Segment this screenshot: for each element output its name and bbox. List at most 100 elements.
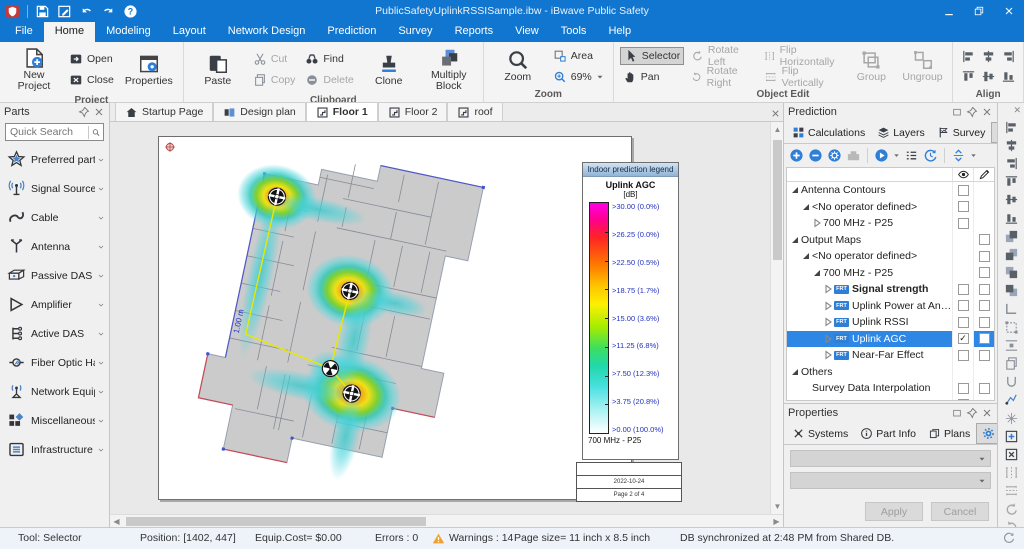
visibility-checkbox[interactable] [958, 383, 969, 394]
tree-item-donor-antenna-isolation[interactable]: Donor Antenna Isolation [787, 397, 994, 402]
align-left-icon[interactable] [961, 49, 976, 64]
expander-expanded-icon[interactable] [790, 235, 800, 245]
menu-view[interactable]: View [504, 22, 550, 42]
frame-icon[interactable] [1004, 320, 1019, 335]
visibility-checkbox[interactable] [958, 284, 969, 295]
zoom-button[interactable]: Zoom [490, 47, 546, 85]
align-top-icon[interactable] [961, 69, 976, 84]
tree-item-signal-strength[interactable]: FRTSignal strength [787, 281, 994, 298]
parts-category-amplifier[interactable]: Amplifier [0, 290, 109, 319]
parts-category-cable[interactable]: Cable [0, 203, 109, 232]
parts-category-infrastructure[interactable]: Infrastructure [0, 435, 109, 464]
close-button[interactable] [994, 0, 1024, 22]
restore-button[interactable] [964, 0, 994, 22]
search-input[interactable] [6, 126, 88, 138]
edit-checkbox[interactable] [979, 350, 990, 361]
refresh-icon[interactable] [1002, 531, 1016, 545]
pin-icon[interactable] [78, 106, 90, 118]
rotate-left-button[interactable]: Rotate Left [688, 47, 757, 65]
cancel-button[interactable]: Cancel [931, 502, 989, 521]
remove-icon[interactable] [808, 148, 823, 163]
paste-button[interactable]: Paste [190, 51, 246, 89]
zoom-area-button[interactable]: Area [550, 47, 607, 65]
open-button[interactable]: Open [66, 50, 117, 68]
align-b-icon[interactable] [1004, 211, 1019, 226]
close-panel-icon[interactable] [93, 106, 105, 118]
tab-survey[interactable]: Survey [931, 122, 992, 143]
visibility-checkbox[interactable] [958, 218, 969, 229]
property-dropdown-2[interactable] [790, 472, 991, 489]
zoom-level-dropdown[interactable]: 69% [550, 68, 607, 86]
order-ff-icon[interactable] [1004, 229, 1019, 244]
tree-item-700-mhz-p25[interactable]: 700 MHz - P25 [787, 265, 994, 282]
edit-checkbox[interactable] [979, 333, 990, 344]
vertical-scroll-thumb[interactable] [773, 140, 782, 260]
align-right-icon[interactable] [1001, 49, 1016, 64]
menu-layout[interactable]: Layout [162, 22, 217, 42]
parts-category-antenna[interactable]: Antenna [0, 232, 109, 261]
run-options-icon[interactable] [893, 152, 900, 159]
menu-help[interactable]: Help [597, 22, 642, 42]
properties-button[interactable]: Properties [121, 51, 177, 89]
rotate-right-button[interactable]: Rotate Right [688, 68, 757, 86]
menu-survey[interactable]: Survey [387, 22, 443, 42]
add-box-icon[interactable] [1004, 429, 1019, 444]
align-t-icon[interactable] [1004, 174, 1019, 189]
visibility-checkbox[interactable] [958, 350, 969, 361]
tree-item-survey-data-interpolation[interactable]: Survey Data Interpolation [787, 380, 994, 397]
delete-button[interactable]: Delete [302, 71, 356, 89]
expander-collapsed-icon[interactable] [823, 334, 833, 344]
tab-floor-1[interactable]: Floor 1 [306, 102, 378, 121]
edit-checkbox[interactable] [979, 284, 990, 295]
tab-layers[interactable]: Layers [871, 122, 931, 143]
tree-item-antenna-contours[interactable]: Antenna Contours [787, 182, 994, 199]
property-dropdown-1[interactable] [790, 450, 991, 467]
corner-icon[interactable] [1004, 301, 1019, 316]
chevron-down-icon[interactable] [970, 152, 977, 159]
edit-checkbox[interactable] [979, 234, 990, 245]
tree-item-no-operator-defined[interactable]: <No operator defined> [787, 199, 994, 216]
tab-roof[interactable]: roof [447, 102, 502, 121]
parts-category-passive-das[interactable]: Passive DAS [0, 261, 109, 290]
parts-category-fiber-optic-ha[interactable]: Fiber Optic Ha... [0, 348, 109, 377]
menu-prediction[interactable]: Prediction [316, 22, 387, 42]
distribute-icon[interactable] [1004, 338, 1019, 353]
parts-category-signal-source[interactable]: Signal Source [0, 174, 109, 203]
u-shape-icon[interactable] [1004, 374, 1019, 389]
align-bottom-icon[interactable] [1001, 69, 1016, 84]
edit-checkbox[interactable] [979, 251, 990, 262]
tab-startup-page[interactable]: Startup Page [115, 102, 213, 121]
design-canvas[interactable]: 1.00 m Indoor prediction legend Uplink A… [110, 122, 770, 514]
menu-home[interactable]: Home [44, 22, 95, 42]
tab-floor-2[interactable]: Floor 2 [378, 102, 448, 121]
part-tool-icon[interactable] [846, 148, 861, 163]
flip-v-icon[interactable] [1004, 483, 1019, 498]
tree-item-no-operator-defined[interactable]: <No operator defined> [787, 248, 994, 265]
tree-item-output-maps[interactable]: Output Maps [787, 232, 994, 249]
add-icon[interactable] [789, 148, 804, 163]
history-icon[interactable] [923, 148, 938, 163]
multiply-block-button[interactable]: Multiply Block [421, 45, 477, 94]
edit-checkbox[interactable] [979, 267, 990, 278]
align-r-icon[interactable] [1004, 156, 1019, 171]
help-icon[interactable]: ? [123, 4, 138, 19]
tree-item-uplink-agc[interactable]: FRTUplink AGC✓ [787, 331, 994, 348]
tab-plans[interactable]: Plans [922, 423, 976, 444]
close-panel-icon[interactable] [981, 106, 993, 118]
expander-collapsed-icon[interactable] [823, 317, 833, 327]
list-view-icon[interactable] [904, 148, 919, 163]
close-panel-icon[interactable] [981, 407, 993, 419]
expander-collapsed-icon[interactable] [823, 301, 833, 311]
expander-expanded-icon[interactable] [790, 185, 800, 195]
visibility-checkbox[interactable] [958, 317, 969, 328]
tree-item-700-mhz-p25[interactable]: 700 MHz - P25 [787, 215, 994, 232]
menu-file[interactable]: File [4, 22, 44, 42]
parts-category-miscellaneous[interactable]: Miscellaneous [0, 406, 109, 435]
minimize-button[interactable] [934, 0, 964, 22]
visibility-checkbox[interactable] [958, 185, 969, 196]
align-middle-icon[interactable] [981, 69, 996, 84]
edit-checkbox[interactable] [979, 317, 990, 328]
tab-systems[interactable]: Systems [786, 423, 854, 444]
close-document-icon[interactable] [767, 105, 783, 121]
parts-category-network-equip[interactable]: Network Equip... [0, 377, 109, 406]
